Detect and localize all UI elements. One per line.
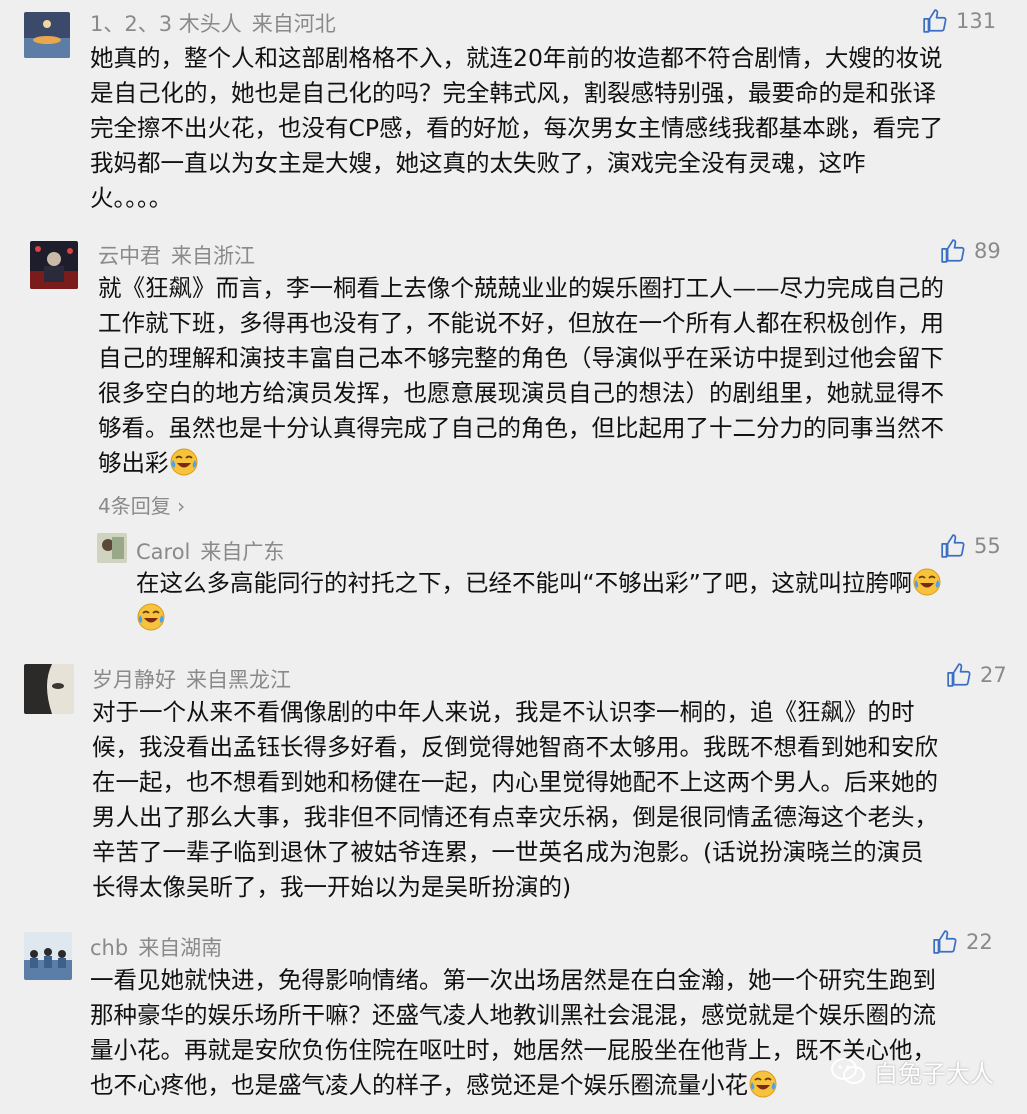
comment-text: 就《狂飙》而言，李一桐看上去像个兢兢业业的娱乐圈打工人——尽力完成自己的 工作就… bbox=[98, 271, 944, 481]
username[interactable]: 云中君 bbox=[98, 244, 161, 268]
thumbs-up-icon bbox=[923, 9, 947, 33]
text-line: 自己的理解和演技丰富自己本不够完整的角色（导演似乎在采访中提到过他会留下 bbox=[98, 344, 944, 372]
laughing-tears-emoji-icon bbox=[749, 1070, 777, 1098]
text-line: 长得太像吴昕了，我一开始以为是吴昕扮演的) bbox=[92, 873, 572, 901]
text-line: 在这么多高能同行的衬托之下，已经不能叫“不够出彩”了吧，这就叫拉胯啊 bbox=[136, 566, 942, 601]
text-line: 在一起，也不想看到她和杨健在一起，内心里觉得她配不上这两个男人。后来她的 bbox=[92, 768, 938, 796]
like-count: 89 bbox=[974, 239, 1001, 263]
avatar[interactable] bbox=[24, 932, 72, 980]
comment-meta: chb 来自湖南 bbox=[90, 932, 222, 962]
text-fragment: 够出彩 bbox=[98, 449, 169, 477]
thumbs-up-icon bbox=[941, 534, 965, 558]
text-fragment: 在这么多高能同行的衬托之下，已经不能叫“不够出彩”了吧，这就叫拉胯啊 bbox=[136, 569, 913, 597]
like-count: 55 bbox=[974, 534, 1001, 558]
thumbs-up-icon bbox=[933, 930, 957, 954]
avatar[interactable] bbox=[24, 12, 70, 58]
location: 来自黑龙江 bbox=[186, 668, 291, 692]
text-line: 很多空白的地方给演员发挥，也愿意展现演员自己的想法）的剧组里，她就显得不 bbox=[98, 379, 944, 407]
comment-text: 她真的，整个人和这部剧格格不入，就连20年前的妆造都不符合剧情，大嫂的妆说 是自… bbox=[90, 41, 943, 216]
text-line: 是自己化的，她也是自己化的吗？完全韩式风，割裂感特别强，最要命的是和张译 bbox=[90, 79, 936, 107]
location: 来自浙江 bbox=[171, 244, 255, 268]
reply-meta: Carol 来自广东 bbox=[136, 536, 284, 566]
watermark-text: 白兔子大人 bbox=[874, 1060, 994, 1088]
like-button[interactable]: 131 bbox=[922, 8, 996, 34]
wechat-icon bbox=[831, 1057, 865, 1084]
avatar[interactable] bbox=[30, 241, 78, 289]
thumbs-up-icon bbox=[947, 663, 971, 687]
thumbs-up-icon bbox=[941, 239, 965, 263]
text-line: 火。。。。 bbox=[90, 184, 173, 212]
comment-text: 一看见她就快进，免得影响情绪。第一次出场居然是在白金瀚，她一个研究生跑到 那种豪… bbox=[90, 963, 936, 1103]
text-line: 辛苦了一辈子临到退休了被姑爷连累，一世英名成为泡影。(话说扮演晓兰的演员 bbox=[92, 838, 924, 866]
text-fragment: 也不心疼他，也是盛气凌人的样子，感觉还是个娱乐圈流量小花 bbox=[90, 1071, 748, 1099]
text-line: 就《狂飙》而言，李一桐看上去像个兢兢业业的娱乐圈打工人——尽力完成自己的 bbox=[98, 274, 944, 302]
chevron-right-icon: › bbox=[170, 494, 186, 518]
text-line bbox=[136, 601, 942, 636]
text-line: 够出彩 bbox=[98, 446, 944, 481]
like-button[interactable]: 89 bbox=[940, 238, 1001, 264]
reply-text: 在这么多高能同行的衬托之下，已经不能叫“不够出彩”了吧，这就叫拉胯啊 bbox=[136, 566, 942, 636]
username[interactable]: 岁月静好 bbox=[92, 668, 176, 692]
text-line: 对于一个从来不看偶像剧的中年人来说，我是不认识李一桐的，追《狂飙》的时 bbox=[92, 698, 915, 726]
comment-meta: 云中君 来自浙江 bbox=[98, 240, 255, 270]
replies-link-label: 4条回复 bbox=[98, 494, 171, 518]
location: 来自广东 bbox=[200, 540, 285, 564]
location: 来自湖南 bbox=[138, 936, 223, 960]
comment-text: 对于一个从来不看偶像剧的中年人来说，我是不认识李一桐的，追《狂飙》的时 候，我没… bbox=[92, 695, 938, 905]
replies-link[interactable]: 4条回复 › bbox=[98, 490, 185, 519]
avatar[interactable] bbox=[24, 664, 74, 714]
laughing-tears-emoji-icon bbox=[170, 448, 197, 476]
like-count: 27 bbox=[980, 663, 1007, 687]
location: 来自河北 bbox=[251, 12, 336, 36]
text-line: 我妈都一直以为女主是大嫂，她这真的太失败了，演戏完全没有灵魂，这咋 bbox=[90, 149, 866, 177]
username[interactable]: chb bbox=[90, 936, 128, 960]
text-line: 也不心疼他，也是盛气凌人的样子，感觉还是个娱乐圈流量小花 bbox=[90, 1068, 936, 1103]
comment-meta: 1、2、3 木头人 来自河北 bbox=[90, 8, 336, 38]
like-count: 131 bbox=[956, 9, 997, 33]
text-line: 够看。虽然也是十分认真得完成了自己的角色，但比起用了十二分力的同事当然不 bbox=[98, 414, 944, 442]
text-line: 工作就下班，多得再也没有了，不能说不好，但放在一个所有人都在积极创作，用 bbox=[98, 309, 944, 337]
like-button[interactable]: 22 bbox=[932, 929, 993, 955]
laughing-tears-emoji-icon bbox=[137, 603, 165, 631]
like-count: 22 bbox=[966, 930, 993, 954]
username[interactable]: 1、2、3 木头人 bbox=[90, 12, 242, 36]
text-line: 她真的，整个人和这部剧格格不入，就连20年前的妆造都不符合剧情，大嫂的妆说 bbox=[90, 44, 943, 72]
comment-meta: 岁月静好 来自黑龙江 bbox=[92, 664, 291, 694]
avatar[interactable] bbox=[97, 533, 127, 563]
text-line: 候，我没看出孟钰长得多好看，反倒觉得她智商不太够用。我既不想看到她和安欣 bbox=[92, 733, 938, 761]
like-button[interactable]: 27 bbox=[946, 662, 1007, 688]
watermark: 白兔子大人 bbox=[830, 1054, 994, 1089]
text-line: 量小花。再就是安欣负伤住院在呕吐时，她居然一屁股坐在他背上，既不关心他， bbox=[90, 1036, 936, 1064]
laughing-tears-emoji-icon bbox=[913, 568, 941, 596]
text-line: 那种豪华的娱乐场所干嘛？还盛气凌人地教训黑社会混混，感觉就是个娱乐圈的流 bbox=[90, 1001, 936, 1029]
text-line: 完全擦不出火花，也没有CP感，看的好尬，每次男女主情感线我都基本跳，看完了 bbox=[90, 114, 944, 142]
text-line: 一看见她就快进，免得影响情绪。第一次出场居然是在白金瀚，她一个研究生跑到 bbox=[90, 966, 936, 994]
like-button[interactable]: 55 bbox=[940, 533, 1001, 559]
username[interactable]: Carol bbox=[136, 540, 190, 564]
text-line: 男人出了那么大事，我非但不同情还有点幸灾乐祸，倒是很同情孟德海这个老头， bbox=[92, 803, 938, 831]
